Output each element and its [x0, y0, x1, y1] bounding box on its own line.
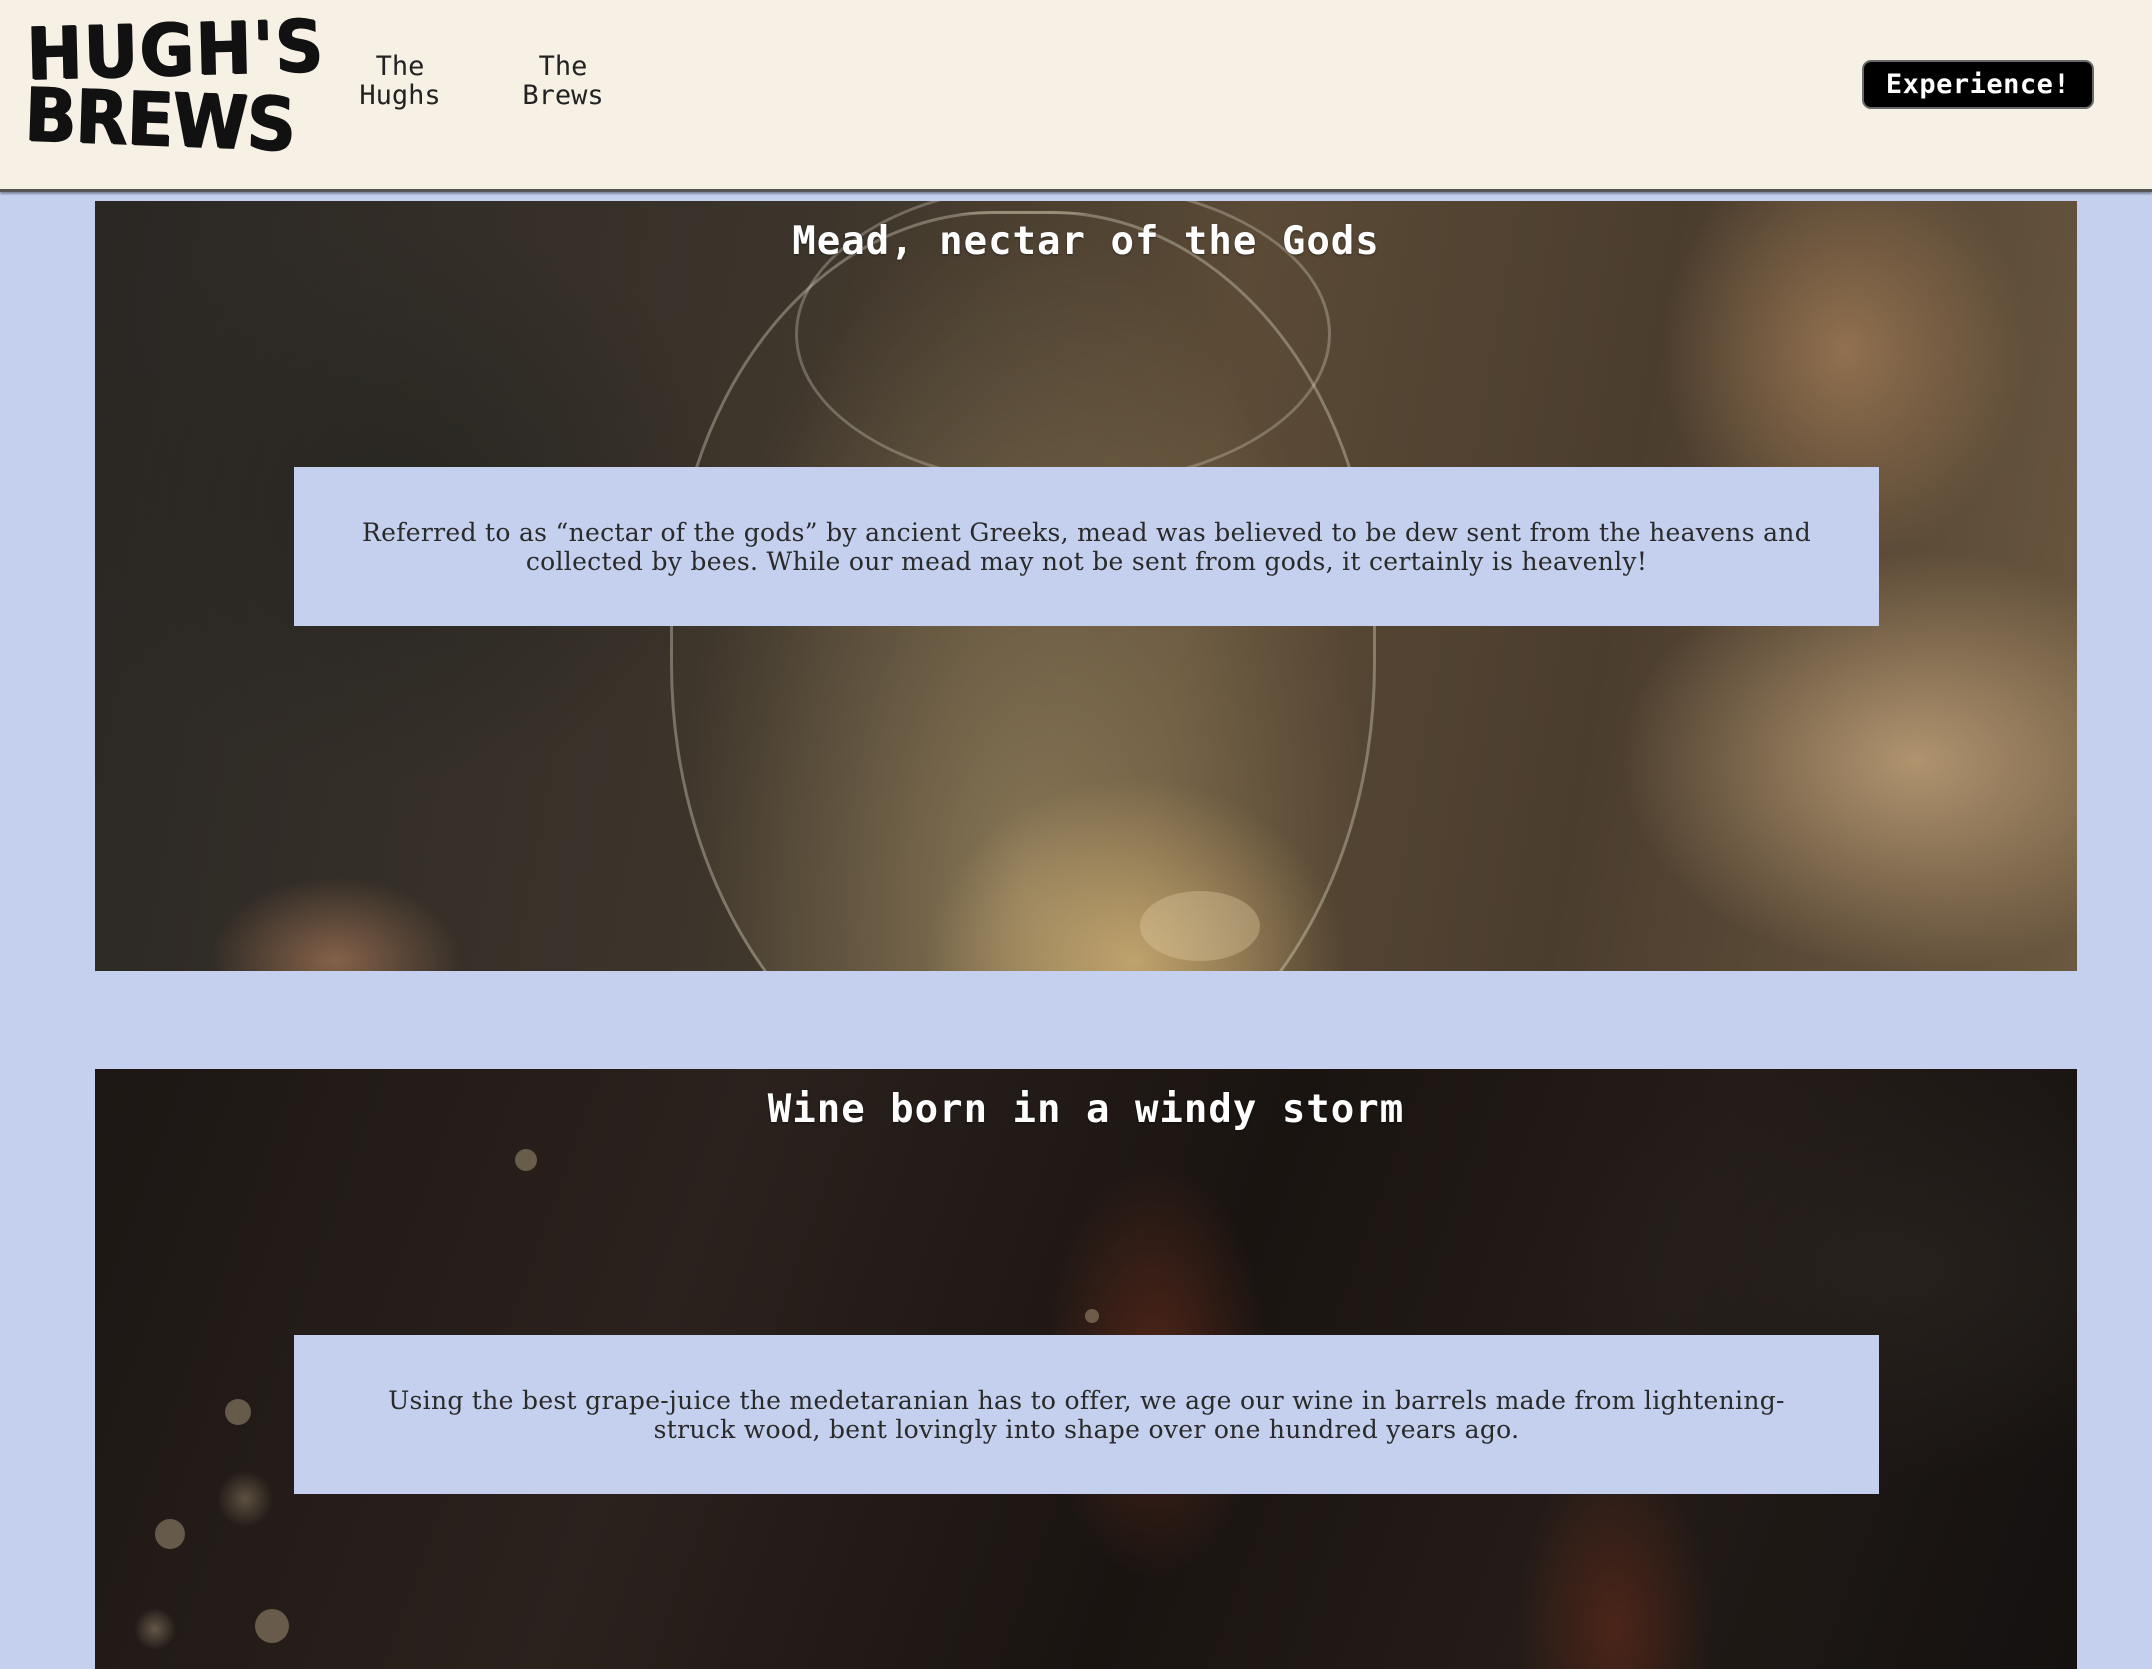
mead-caption-text: Referred to as “nectar of the gods” by a… [361, 517, 1811, 576]
bokeh-light [155, 1519, 185, 1549]
glass-base-highlight [1140, 891, 1260, 961]
mead-caption-box: Referred to as “nectar of the gods” by a… [294, 467, 1879, 626]
nav-link-the-brews-line1: The [538, 51, 588, 82]
bokeh-light [255, 1609, 289, 1643]
experience-button[interactable]: Experience! [1862, 60, 2094, 109]
bokeh-light [515, 1149, 537, 1171]
bokeh-light [225, 1399, 251, 1425]
nav-link-the-hughs-line2: Hughs [359, 80, 441, 111]
site-header: HUGH'S BREWS The Hughs The Brews Experie… [0, 0, 2152, 192]
logo-line-2: BREWS [23, 72, 297, 169]
wine-caption-text: Using the best grape-juice the medetaran… [388, 1385, 1785, 1444]
nav-link-the-hughs-line1: The [375, 51, 425, 82]
wine-caption-box: Using the best grape-juice the medetaran… [294, 1335, 1879, 1494]
nav-link-the-hughs[interactable]: The Hughs [335, 52, 465, 110]
mead-section-title: Mead, nectar of the Gods [792, 219, 1380, 264]
mead-section: Mead, nectar of the Gods Referred to as … [95, 201, 2077, 971]
wine-section: Wine born in a windy storm Using the bes… [95, 1069, 2077, 1669]
nav-link-the-brews-line2: Brews [522, 80, 604, 111]
wine-section-title: Wine born in a windy storm [767, 1087, 1405, 1132]
brand-logo[interactable]: HUGH'S BREWS [23, 4, 325, 169]
bokeh-light [1085, 1309, 1099, 1323]
nav-link-the-brews[interactable]: The Brews [498, 52, 628, 110]
